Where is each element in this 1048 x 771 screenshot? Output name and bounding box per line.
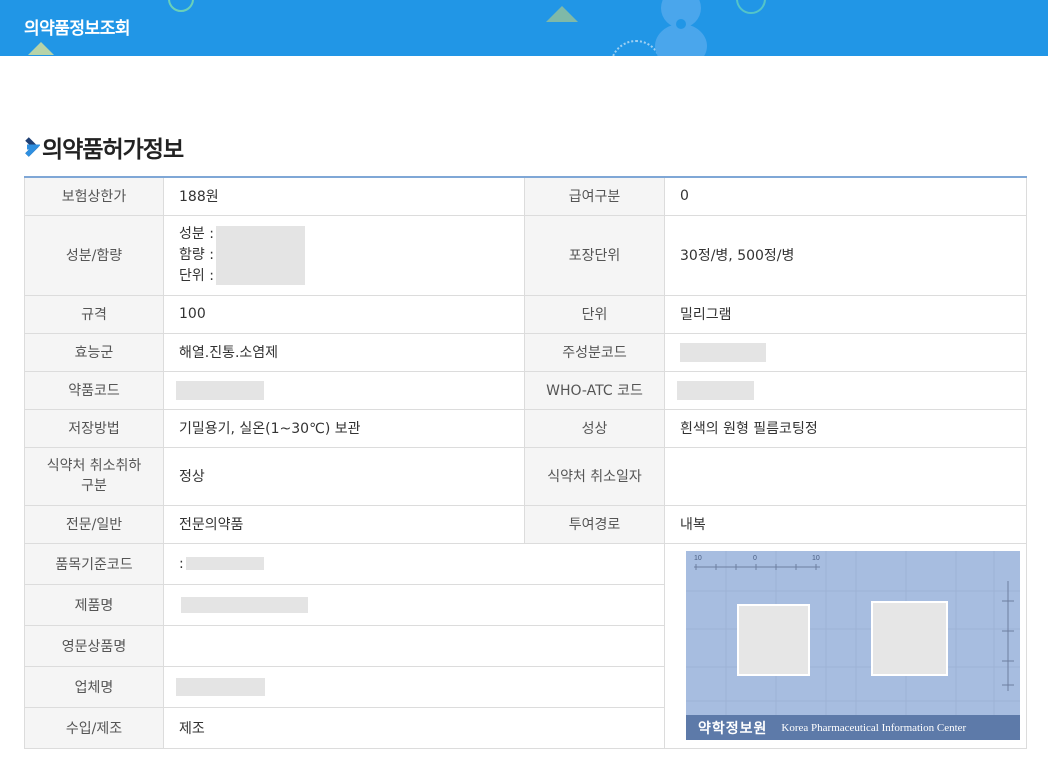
product-name-label: 제품명: [24, 583, 164, 626]
redacted-block: [215, 225, 305, 285]
who-atc-code-label: WHO-ATC 코드: [524, 370, 665, 410]
decorative-ring-icon: [736, 0, 766, 14]
package-unit-value: 30정/병, 500정/병: [664, 214, 1027, 296]
benefit-class-label: 급여구분: [524, 176, 665, 216]
page-header: 의약품정보조회: [0, 0, 1048, 56]
page-title: 의약품정보조회: [24, 19, 130, 39]
drug-code-value: [163, 370, 525, 410]
pill-image-cell: 10 0 10 약학정보원 Korea Pharmaceutical Infor…: [664, 542, 1027, 749]
storage-value: 기밀용기, 실온(1~30℃) 보관: [163, 408, 525, 448]
import-manufacture-label: 수입/제조: [24, 706, 164, 749]
pill-back-image: [871, 601, 948, 676]
section-heading: 의약품허가정보: [24, 130, 184, 164]
item-standard-code-value: :: [163, 542, 665, 585]
ingredient-label: 성분 :: [179, 225, 214, 242]
appearance-value: 흰색의 원형 필름코팅정: [664, 408, 1027, 448]
unit-label: 단위 :: [179, 267, 214, 284]
mfds-cancel-date-value: [664, 446, 1027, 506]
redacted-block: [677, 380, 754, 400]
decorative-ring-icon: [168, 0, 194, 12]
pill-image: 10 0 10 약학정보원 Korea Pharmaceutical Infor…: [686, 551, 1020, 740]
prescription-type-value: 전문의약품: [163, 504, 525, 544]
redacted-block: [680, 342, 766, 362]
table-row: 보험상한가 188원 급여구분 0: [24, 176, 1027, 216]
import-manufacture-value: 제조: [163, 706, 665, 749]
table-row: 식약처 취소취하 구분 정상 식약처 취소일자: [24, 446, 1027, 506]
table-row: 성분/함량 성분 : 함량 : 단위 : 포장단위 30정/병, 500정/병: [24, 214, 1027, 296]
amount-label: 함량 :: [179, 246, 214, 263]
company-value: [163, 665, 665, 708]
item-standard-code-label: 품목기준코드: [24, 542, 164, 585]
mfds-cancel-type-value: 정상: [163, 446, 525, 506]
redacted-block: [181, 596, 308, 613]
table-row: 저장방법 기밀용기, 실온(1~30℃) 보관 성상 흰색의 원형 필름코팅정: [24, 408, 1027, 448]
product-name-value: [163, 583, 665, 626]
unit-label: 단위: [524, 294, 665, 334]
ruler-number: 10: [694, 555, 702, 562]
drug-code-label: 약품코드: [24, 370, 164, 410]
package-unit-label: 포장단위: [524, 214, 665, 296]
benefit-class-value: 0: [664, 176, 1027, 216]
pill-footer-english: Korea Pharmaceutical Information Center: [781, 721, 967, 734]
spec-value: 100: [163, 294, 525, 334]
prescription-type-label: 전문/일반: [24, 504, 164, 544]
ruler-number: 0: [753, 555, 757, 562]
mfds-cancel-type-label: 식약처 취소취하 구분: [24, 446, 164, 506]
decorative-triangle-icon: [546, 6, 578, 22]
pill-front-image: [737, 604, 810, 676]
item-standard-code-prefix: :: [179, 555, 184, 572]
drug-info-table: 보험상한가 188원 급여구분 0 성분/함량 성분 : 함량 : 단위 : 포…: [24, 176, 1027, 749]
insurance-price-label: 보험상한가: [24, 176, 164, 216]
ruler-number: 10: [812, 555, 820, 562]
ingredients-value: 성분 : 함량 : 단위 :: [163, 214, 525, 296]
route-value: 내복: [664, 504, 1027, 544]
decorative-triangle-icon: [28, 42, 54, 55]
redacted-block: [176, 380, 264, 400]
main-ingredient-code-value: [664, 332, 1027, 372]
insurance-price-value: 188원: [163, 176, 525, 216]
english-name-value: [163, 624, 665, 667]
pill-footer-korean: 약학정보원: [698, 720, 768, 737]
route-label: 투여경로: [524, 504, 665, 544]
who-atc-code-value: [664, 370, 1027, 410]
redacted-block: [185, 557, 264, 570]
table-row: 규격 100 단위 밀리그램: [24, 294, 1027, 334]
table-row: 전문/일반 전문의약품 투여경로 내복: [24, 504, 1027, 544]
company-label: 업체명: [24, 665, 164, 708]
section-title: 의약품허가정보: [42, 137, 184, 163]
appearance-label: 성상: [524, 408, 665, 448]
storage-label: 저장방법: [24, 408, 164, 448]
table-row: 약품코드 WHO-ATC 코드: [24, 370, 1027, 410]
unit-value: 밀리그램: [664, 294, 1027, 334]
pill-image-footer: 약학정보원 Korea Pharmaceutical Information C…: [686, 715, 1020, 740]
mfds-cancel-date-label: 식약처 취소일자: [524, 446, 665, 506]
decorative-figure-icon: [655, 0, 707, 56]
table-row: 효능군 해열.진통.소염제 주성분코드: [24, 332, 1027, 372]
redacted-block: [176, 677, 265, 696]
efficacy-group-label: 효능군: [24, 332, 164, 372]
table-row: 품목기준코드 : 10 0 10 약학정보원 Korea Pharmaceuti…: [24, 542, 1027, 749]
chevron-right-icon: [25, 137, 40, 157]
ingredients-label: 성분/함량: [24, 214, 164, 296]
spec-label: 규격: [24, 294, 164, 334]
main-ingredient-code-label: 주성분코드: [524, 332, 665, 372]
efficacy-group-value: 해열.진통.소염제: [163, 332, 525, 372]
english-name-label: 영문상품명: [24, 624, 164, 667]
